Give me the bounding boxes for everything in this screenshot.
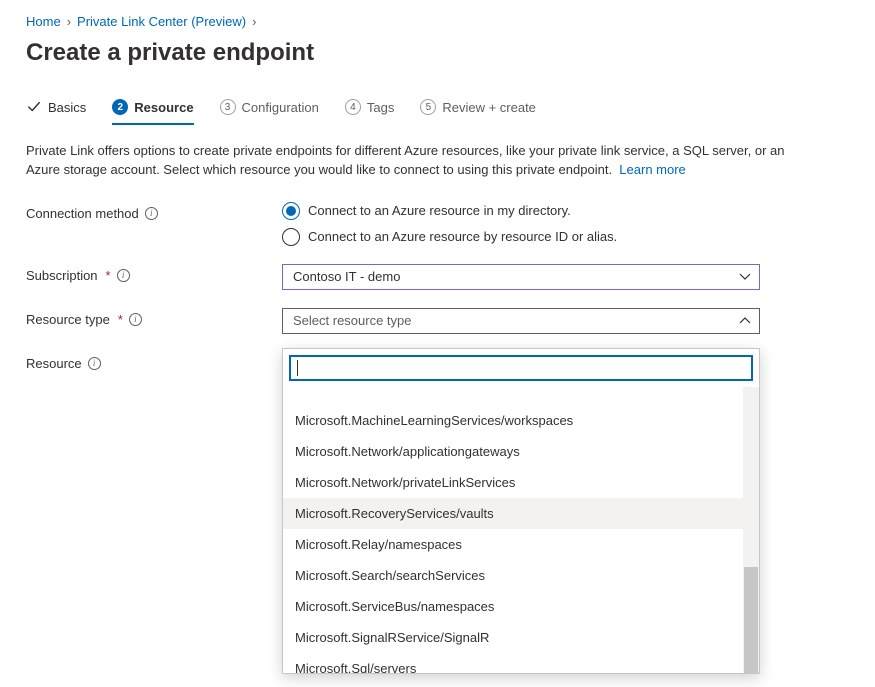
label-subscription: Subscription <box>26 268 98 283</box>
tab-review-create[interactable]: 5 Review + create <box>420 99 536 125</box>
chevron-up-icon <box>739 315 751 327</box>
tab-label: Review + create <box>442 100 536 115</box>
info-icon[interactable]: i <box>88 357 101 370</box>
check-icon <box>26 99 42 115</box>
radio-icon <box>282 228 300 246</box>
tab-tags[interactable]: 4 Tags <box>345 99 394 125</box>
dropdown-item-truncated[interactable] <box>283 387 759 405</box>
radio-connect-by-id[interactable]: Connect to an Azure resource by resource… <box>282 228 760 246</box>
info-icon[interactable]: i <box>117 269 130 282</box>
select-subscription[interactable]: Contoso IT - demo <box>282 264 760 290</box>
row-resource-type: Resource type * i Select resource type <box>26 308 849 334</box>
radio-group-connection-method: Connect to an Azure resource in my direc… <box>282 202 760 246</box>
dropdown-item[interactable]: Microsoft.ServiceBus/namespaces <box>283 591 759 622</box>
required-indicator: * <box>106 268 111 283</box>
dropdown-list: Microsoft.MachineLearningServices/worksp… <box>283 387 759 673</box>
breadcrumb-private-link-center[interactable]: Private Link Center (Preview) <box>77 14 246 29</box>
row-subscription: Subscription * i Contoso IT - demo <box>26 264 849 290</box>
page-title: Create a private endpoint <box>26 39 849 67</box>
chevron-right-icon: › <box>67 14 71 29</box>
tab-resource[interactable]: 2 Resource <box>112 99 193 125</box>
step-number: 4 <box>345 99 361 115</box>
scrollbar-track[interactable] <box>743 387 759 673</box>
chevron-down-icon <box>739 271 751 283</box>
tab-configuration[interactable]: 3 Configuration <box>220 99 319 125</box>
tab-label: Tags <box>367 100 394 115</box>
tab-label: Resource <box>134 100 193 115</box>
radio-connect-in-directory[interactable]: Connect to an Azure resource in my direc… <box>282 202 760 220</box>
dropdown-item[interactable]: Microsoft.SignalRService/SignalR <box>283 622 759 653</box>
breadcrumb-home[interactable]: Home <box>26 14 61 29</box>
learn-more-link[interactable]: Learn more <box>619 162 685 177</box>
step-number: 2 <box>112 99 128 115</box>
radio-label: Connect to an Azure resource by resource… <box>308 229 617 244</box>
step-number: 5 <box>420 99 436 115</box>
info-icon[interactable]: i <box>129 313 142 326</box>
dropdown-search-input[interactable] <box>289 355 753 381</box>
tab-description: Private Link offers options to create pr… <box>26 142 786 180</box>
radio-icon <box>282 202 300 220</box>
radio-label: Connect to an Azure resource in my direc… <box>308 203 571 218</box>
select-resource-type[interactable]: Select resource type <box>282 308 760 334</box>
dropdown-item[interactable]: Microsoft.Network/applicationgateways <box>283 436 759 467</box>
select-placeholder: Select resource type <box>293 313 412 328</box>
label-resource-type: Resource type <box>26 312 110 327</box>
label-resource: Resource <box>26 356 82 371</box>
row-connection-method: Connection method i Connect to an Azure … <box>26 202 849 246</box>
dropdown-item[interactable]: Microsoft.RecoveryServices/vaults <box>283 498 759 529</box>
step-number: 3 <box>220 99 236 115</box>
text-caret <box>297 360 298 376</box>
dropdown-item[interactable]: Microsoft.Search/searchServices <box>283 560 759 591</box>
required-indicator: * <box>118 312 123 327</box>
dropdown-item[interactable]: Microsoft.Relay/namespaces <box>283 529 759 560</box>
tab-label: Configuration <box>242 100 319 115</box>
dropdown-item[interactable]: Microsoft.Network/privateLinkServices <box>283 467 759 498</box>
wizard-tabs: Basics 2 Resource 3 Configuration 4 Tags… <box>26 99 849 126</box>
info-icon[interactable]: i <box>145 207 158 220</box>
dropdown-item[interactable]: Microsoft.MachineLearningServices/worksp… <box>283 405 759 436</box>
tab-basics[interactable]: Basics <box>26 99 86 125</box>
dropdown-resource-type: Microsoft.MachineLearningServices/worksp… <box>282 348 760 674</box>
breadcrumb: Home › Private Link Center (Preview) › <box>26 14 849 29</box>
label-connection-method: Connection method <box>26 206 139 221</box>
scrollbar-thumb[interactable] <box>744 567 758 673</box>
chevron-right-icon: › <box>252 14 256 29</box>
select-value: Contoso IT - demo <box>293 269 400 284</box>
tab-label: Basics <box>48 100 86 115</box>
dropdown-item[interactable]: Microsoft.Sql/servers <box>283 653 759 673</box>
